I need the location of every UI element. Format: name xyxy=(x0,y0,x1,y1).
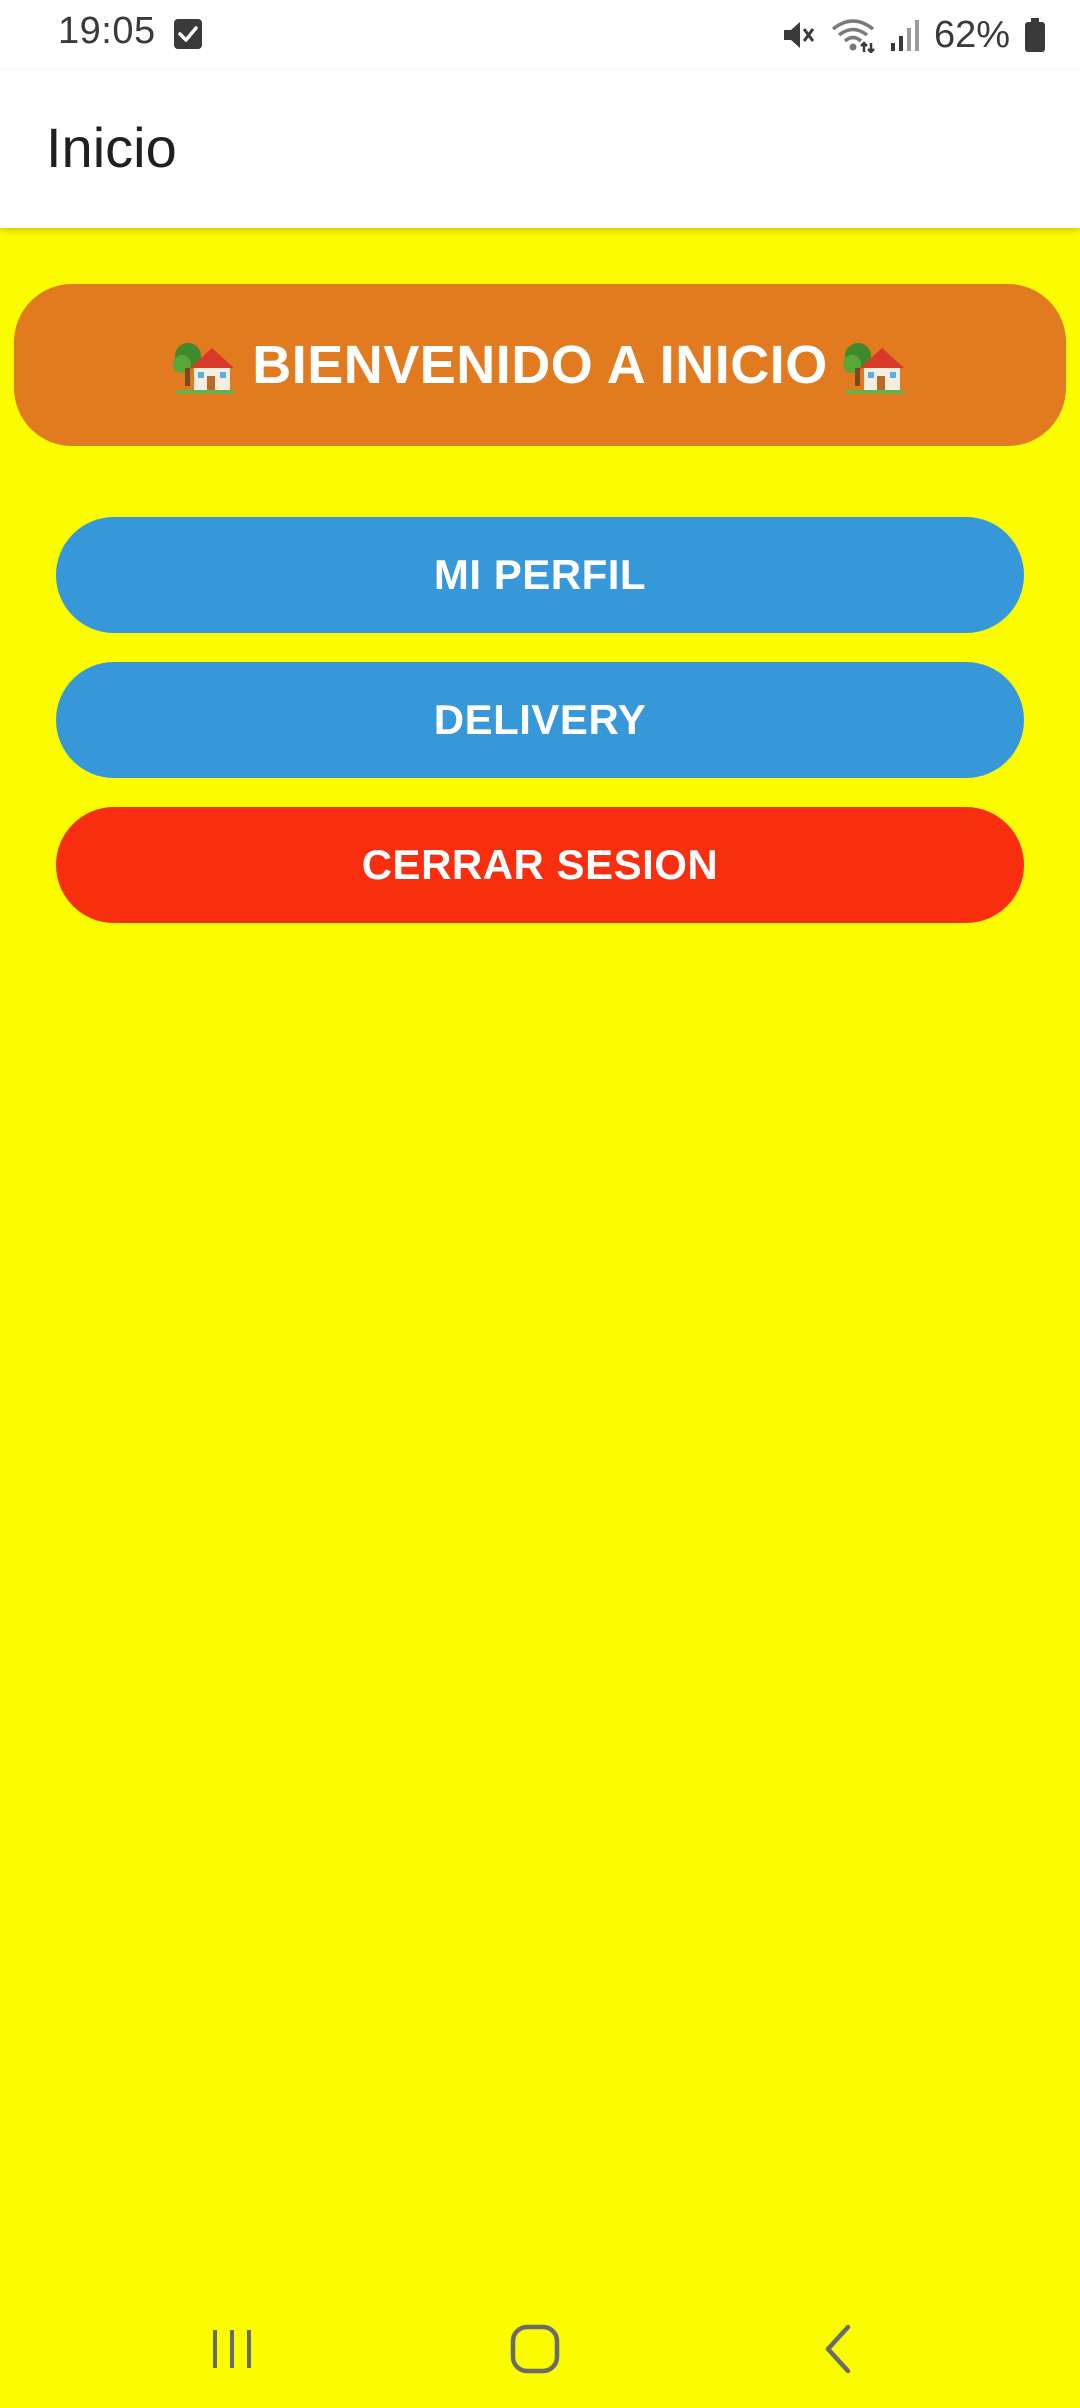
page-title: Inicio xyxy=(46,116,177,179)
navigation-bar xyxy=(0,2290,1080,2408)
logout-button[interactable]: CERRAR SESION xyxy=(56,807,1024,923)
welcome-text: BIENVENIDO A INICIO xyxy=(252,335,828,395)
status-icons: 62% xyxy=(780,10,1046,60)
app-bar: Inicio xyxy=(0,70,1080,228)
profile-button[interactable]: MI PERFIL xyxy=(56,517,1024,633)
wifi-icon xyxy=(830,17,876,53)
status-bar: 19:05 62% xyxy=(0,0,1080,70)
checkbox-notification-icon xyxy=(174,19,202,49)
battery-icon xyxy=(1024,17,1046,53)
battery-percent: 62% xyxy=(933,13,1010,56)
back-icon[interactable] xyxy=(758,2290,918,2408)
house-with-garden-icon xyxy=(172,334,238,396)
recents-icon[interactable] xyxy=(152,2290,312,2408)
signal-icon xyxy=(890,19,920,51)
house-with-garden-icon xyxy=(842,334,908,396)
mute-icon xyxy=(780,17,816,53)
delivery-button[interactable]: DELIVERY xyxy=(56,662,1024,778)
welcome-banner: BIENVENIDO A INICIO xyxy=(14,284,1066,446)
status-time: 19:05 xyxy=(58,10,156,52)
home-icon[interactable] xyxy=(455,2290,615,2408)
